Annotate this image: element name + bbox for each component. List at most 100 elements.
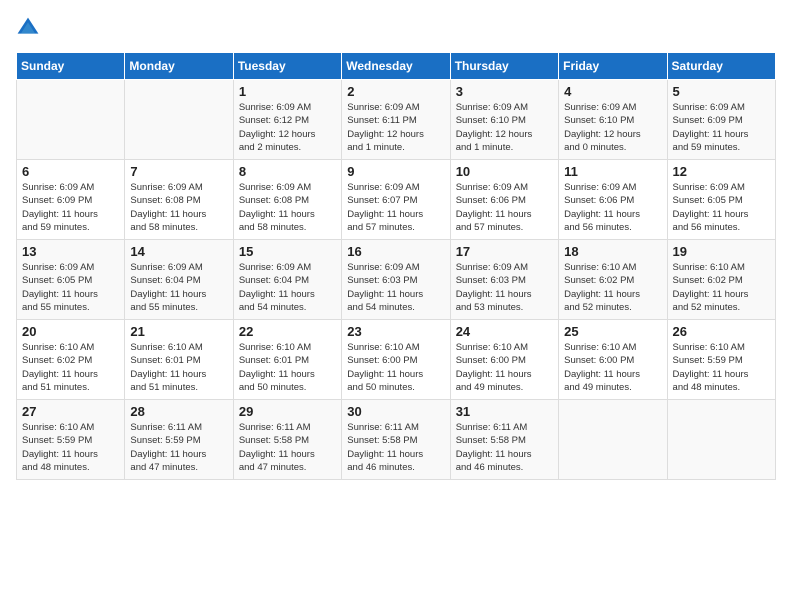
day-number: 11 <box>564 164 661 179</box>
calendar-cell: 16 Sunrise: 6:09 AM Sunset: 6:03 PM Dayli… <box>342 240 450 320</box>
logo <box>16 16 44 40</box>
day-number: 6 <box>22 164 119 179</box>
day-number: 5 <box>673 84 770 99</box>
calendar-cell: 2 Sunrise: 6:09 AM Sunset: 6:11 PM Daylig… <box>342 80 450 160</box>
day-info: Sunrise: 6:11 AM Sunset: 5:58 PM Dayligh… <box>456 421 553 474</box>
day-info: Sunrise: 6:09 AM Sunset: 6:09 PM Dayligh… <box>673 101 770 154</box>
week-row-3: 20 Sunrise: 6:10 AM Sunset: 6:02 PM Dayli… <box>17 320 776 400</box>
day-info: Sunrise: 6:10 AM Sunset: 5:59 PM Dayligh… <box>673 341 770 394</box>
day-number: 30 <box>347 404 444 419</box>
day-number: 18 <box>564 244 661 259</box>
day-number: 26 <box>673 324 770 339</box>
day-info: Sunrise: 6:09 AM Sunset: 6:09 PM Dayligh… <box>22 181 119 234</box>
calendar-cell: 3 Sunrise: 6:09 AM Sunset: 6:10 PM Daylig… <box>450 80 558 160</box>
day-number: 10 <box>456 164 553 179</box>
col-header-saturday: Saturday <box>667 53 775 80</box>
day-number: 12 <box>673 164 770 179</box>
logo-icon <box>16 16 40 40</box>
day-info: Sunrise: 6:10 AM Sunset: 6:02 PM Dayligh… <box>564 261 661 314</box>
calendar-cell: 4 Sunrise: 6:09 AM Sunset: 6:10 PM Daylig… <box>559 80 667 160</box>
col-header-monday: Monday <box>125 53 233 80</box>
col-header-tuesday: Tuesday <box>233 53 341 80</box>
calendar-cell: 18 Sunrise: 6:10 AM Sunset: 6:02 PM Dayli… <box>559 240 667 320</box>
day-info: Sunrise: 6:09 AM Sunset: 6:10 PM Dayligh… <box>564 101 661 154</box>
day-info: Sunrise: 6:09 AM Sunset: 6:06 PM Dayligh… <box>564 181 661 234</box>
day-info: Sunrise: 6:09 AM Sunset: 6:05 PM Dayligh… <box>22 261 119 314</box>
day-number: 13 <box>22 244 119 259</box>
calendar-cell: 7 Sunrise: 6:09 AM Sunset: 6:08 PM Daylig… <box>125 160 233 240</box>
day-info: Sunrise: 6:09 AM Sunset: 6:03 PM Dayligh… <box>456 261 553 314</box>
day-number: 24 <box>456 324 553 339</box>
day-info: Sunrise: 6:10 AM Sunset: 6:01 PM Dayligh… <box>130 341 227 394</box>
col-header-friday: Friday <box>559 53 667 80</box>
day-number: 14 <box>130 244 227 259</box>
day-info: Sunrise: 6:09 AM Sunset: 6:11 PM Dayligh… <box>347 101 444 154</box>
day-info: Sunrise: 6:09 AM Sunset: 6:08 PM Dayligh… <box>239 181 336 234</box>
calendar-cell: 8Sunrise: 6:09 AM Sunset: 6:08 PM Daylig… <box>233 160 341 240</box>
calendar-cell: 21 Sunrise: 6:10 AM Sunset: 6:01 PM Dayli… <box>125 320 233 400</box>
day-info: Sunrise: 6:09 AM Sunset: 6:05 PM Dayligh… <box>673 181 770 234</box>
calendar-cell <box>559 400 667 480</box>
day-info: Sunrise: 6:10 AM Sunset: 6:02 PM Dayligh… <box>22 341 119 394</box>
week-row-2: 13 Sunrise: 6:09 AM Sunset: 6:05 PM Dayli… <box>17 240 776 320</box>
day-number: 17 <box>456 244 553 259</box>
day-number: 20 <box>22 324 119 339</box>
day-info: Sunrise: 6:09 AM Sunset: 6:04 PM Dayligh… <box>130 261 227 314</box>
week-row-1: 6 Sunrise: 6:09 AM Sunset: 6:09 PM Daylig… <box>17 160 776 240</box>
day-number: 22 <box>239 324 336 339</box>
calendar-cell: 13 Sunrise: 6:09 AM Sunset: 6:05 PM Dayli… <box>17 240 125 320</box>
day-info: Sunrise: 6:10 AM Sunset: 6:00 PM Dayligh… <box>347 341 444 394</box>
day-number: 23 <box>347 324 444 339</box>
calendar-cell: 23 Sunrise: 6:10 AM Sunset: 6:00 PM Dayli… <box>342 320 450 400</box>
calendar-cell: 24 Sunrise: 6:10 AM Sunset: 6:00 PM Dayli… <box>450 320 558 400</box>
day-number: 31 <box>456 404 553 419</box>
day-info: Sunrise: 6:10 AM Sunset: 6:00 PM Dayligh… <box>564 341 661 394</box>
calendar-table: SundayMondayTuesdayWednesdayThursdayFrid… <box>16 52 776 480</box>
day-number: 21 <box>130 324 227 339</box>
day-number: 7 <box>130 164 227 179</box>
calendar-cell: 26 Sunrise: 6:10 AM Sunset: 5:59 PM Dayli… <box>667 320 775 400</box>
calendar-cell: 30Sunrise: 6:11 AM Sunset: 5:58 PM Dayli… <box>342 400 450 480</box>
calendar-cell: 28 Sunrise: 6:11 AM Sunset: 5:59 PM Dayli… <box>125 400 233 480</box>
day-number: 9 <box>347 164 444 179</box>
header <box>16 16 776 40</box>
day-number: 27 <box>22 404 119 419</box>
day-info: Sunrise: 6:09 AM Sunset: 6:06 PM Dayligh… <box>456 181 553 234</box>
calendar-cell: 11 Sunrise: 6:09 AM Sunset: 6:06 PM Dayli… <box>559 160 667 240</box>
calendar-cell: 31 Sunrise: 6:11 AM Sunset: 5:58 PM Dayli… <box>450 400 558 480</box>
day-info: Sunrise: 6:09 AM Sunset: 6:08 PM Dayligh… <box>130 181 227 234</box>
day-info: Sunrise: 6:10 AM Sunset: 6:00 PM Dayligh… <box>456 341 553 394</box>
calendar-cell <box>667 400 775 480</box>
col-header-thursday: Thursday <box>450 53 558 80</box>
day-number: 15 <box>239 244 336 259</box>
day-info: Sunrise: 6:09 AM Sunset: 6:03 PM Dayligh… <box>347 261 444 314</box>
calendar-cell: 27Sunrise: 6:10 AM Sunset: 5:59 PM Dayli… <box>17 400 125 480</box>
calendar-cell: 5 Sunrise: 6:09 AM Sunset: 6:09 PM Daylig… <box>667 80 775 160</box>
calendar-cell: 1Sunrise: 6:09 AM Sunset: 6:12 PM Daylig… <box>233 80 341 160</box>
calendar-cell: 15Sunrise: 6:09 AM Sunset: 6:04 PM Dayli… <box>233 240 341 320</box>
col-header-sunday: Sunday <box>17 53 125 80</box>
day-number: 4 <box>564 84 661 99</box>
calendar-cell: 14 Sunrise: 6:09 AM Sunset: 6:04 PM Dayli… <box>125 240 233 320</box>
calendar-cell: 12 Sunrise: 6:09 AM Sunset: 6:05 PM Dayli… <box>667 160 775 240</box>
day-number: 1 <box>239 84 336 99</box>
day-info: Sunrise: 6:11 AM Sunset: 5:59 PM Dayligh… <box>130 421 227 474</box>
day-info: Sunrise: 6:09 AM Sunset: 6:10 PM Dayligh… <box>456 101 553 154</box>
calendar-cell: 20 Sunrise: 6:10 AM Sunset: 6:02 PM Dayli… <box>17 320 125 400</box>
day-number: 19 <box>673 244 770 259</box>
week-row-4: 27Sunrise: 6:10 AM Sunset: 5:59 PM Dayli… <box>17 400 776 480</box>
day-number: 2 <box>347 84 444 99</box>
day-info: Sunrise: 6:09 AM Sunset: 6:07 PM Dayligh… <box>347 181 444 234</box>
week-row-0: 1Sunrise: 6:09 AM Sunset: 6:12 PM Daylig… <box>17 80 776 160</box>
calendar-cell: 6 Sunrise: 6:09 AM Sunset: 6:09 PM Daylig… <box>17 160 125 240</box>
calendar-cell: 22 Sunrise: 6:10 AM Sunset: 6:01 PM Dayli… <box>233 320 341 400</box>
day-number: 28 <box>130 404 227 419</box>
calendar-cell: 9 Sunrise: 6:09 AM Sunset: 6:07 PM Daylig… <box>342 160 450 240</box>
day-info: Sunrise: 6:10 AM Sunset: 6:02 PM Dayligh… <box>673 261 770 314</box>
day-info: Sunrise: 6:10 AM Sunset: 6:01 PM Dayligh… <box>239 341 336 394</box>
calendar-cell <box>125 80 233 160</box>
calendar-cell: 19 Sunrise: 6:10 AM Sunset: 6:02 PM Dayli… <box>667 240 775 320</box>
day-number: 16 <box>347 244 444 259</box>
day-info: Sunrise: 6:11 AM Sunset: 5:58 PM Dayligh… <box>239 421 336 474</box>
day-number: 3 <box>456 84 553 99</box>
